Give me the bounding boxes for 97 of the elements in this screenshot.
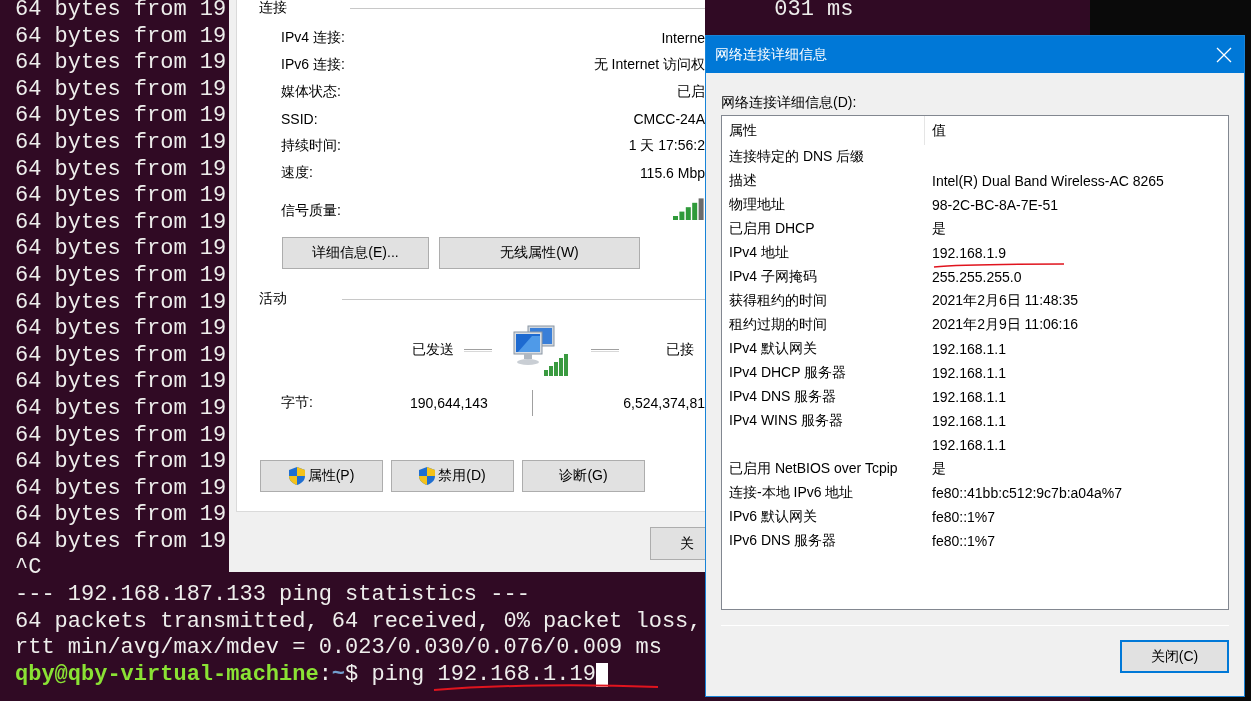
terminal-output: 031 ms xyxy=(774,0,854,24)
terminal-output: 64 bytes from 19 xyxy=(15,316,227,343)
dialog-button[interactable]: 属性(P) xyxy=(260,460,383,492)
terminal-output: 64 bytes from 19 xyxy=(15,342,227,370)
group-title: 活动 xyxy=(259,290,287,308)
terminal-output: 64 bytes from 19 xyxy=(15,449,227,476)
table-cell: IPv4 默认网关 xyxy=(729,340,817,356)
table-cell: IPv4 地址 xyxy=(729,244,789,260)
close-button[interactable]: 关 xyxy=(650,527,705,560)
table-cell: 连接-本地 IPv6 地址 xyxy=(729,484,854,500)
terminal-output: rtt min/avg/max/mdev = 0.023/0.030/0.076/0.009 ms xyxy=(15,635,662,662)
table-cell: IPv4 DHCP 服务器 xyxy=(729,364,847,380)
table-cell: fe80::1%7 xyxy=(932,509,996,525)
field-label: 信号质量: xyxy=(281,202,341,220)
field-label: SSID: xyxy=(281,110,318,127)
dialog-button[interactable]: 无线属性(W) xyxy=(439,237,640,269)
shield-icon xyxy=(419,467,436,485)
field-value: 1 天 17:56:2 xyxy=(628,136,705,155)
column-header[interactable]: 属性 xyxy=(722,116,925,145)
table-cell: IPv6 默认网关 xyxy=(729,508,817,524)
terminal-output: 64 bytes from 19 xyxy=(15,209,227,237)
table-cell: 192.168.1.9 xyxy=(932,245,1006,261)
table-cell: 已启用 DHCP xyxy=(729,220,815,236)
field-label: 已接 xyxy=(666,341,694,359)
cursor-icon xyxy=(595,663,608,688)
terminal-output: ^C xyxy=(15,555,42,583)
column-header[interactable]: 值 xyxy=(925,116,1228,145)
group-title: 连接 xyxy=(259,0,287,17)
field-value: 已启 xyxy=(677,82,705,101)
table-cell: 是 xyxy=(932,220,946,236)
table-cell: 描述 xyxy=(729,172,757,188)
table-cell: 192.168.1.1 xyxy=(932,413,1006,429)
table-cell: 已启用 NetBIOS over Tcpip xyxy=(729,460,898,476)
field-label: 字节: xyxy=(281,394,313,412)
table-cell: 租约过期的时间 xyxy=(729,316,827,332)
table-cell: 2021年2月6日 11:48:35 xyxy=(932,292,1079,308)
table-cell: IPv4 DNS 服务器 xyxy=(729,388,837,404)
shield-icon xyxy=(288,467,305,485)
field-label: 持续时间: xyxy=(281,136,341,155)
list-label: 网络连接详细信息(D): xyxy=(721,93,858,111)
terminal-output: 64 bytes from 19 xyxy=(15,369,227,396)
table-cell: 98-2C-BC-8A-7E-51 xyxy=(932,197,1059,213)
table-cell: 连接特定的 DNS 后缀 xyxy=(729,148,865,164)
field-label: 速度: xyxy=(281,163,313,182)
table-cell: IPv6 DNS 服务器 xyxy=(729,532,837,548)
field-label: IPv6 连接: xyxy=(281,55,345,74)
table-cell: IPv4 子网掩码 xyxy=(729,268,817,284)
field-label: 已发送 xyxy=(412,341,454,359)
table-cell: 255.255.255.0 xyxy=(932,269,1022,285)
field-value: Interne xyxy=(661,29,705,46)
field-value: CMCC-24A xyxy=(633,110,705,127)
table-cell: 获得租约的时间 xyxy=(729,292,827,308)
terminal-output: 64 bytes from 19 xyxy=(15,395,227,423)
field-value: 6,524,374,81 xyxy=(623,395,705,411)
table-cell: fe80::1%7 xyxy=(932,533,996,549)
terminal-output: 64 bytes from 19 xyxy=(15,475,227,503)
table-cell: 192.168.1.1 xyxy=(932,389,1006,405)
terminal-output: 64 bytes from 19 xyxy=(15,289,227,317)
terminal-output: 64 bytes from 19 xyxy=(15,262,227,290)
table-cell: 192.168.1.1 xyxy=(932,365,1006,381)
field-value: 190,644,143 xyxy=(409,395,488,411)
table-cell: IPv4 WINS 服务器 xyxy=(729,412,844,428)
table-cell: 物理地址 xyxy=(729,196,785,212)
terminal-output: 64 bytes from 19 xyxy=(15,50,227,77)
terminal-output: 64 bytes from 19 xyxy=(15,156,227,184)
terminal-output: 64 bytes from 19 xyxy=(15,103,227,130)
table-cell: fe80::41bb:c512:9c7b:a04a%7 xyxy=(932,485,1122,501)
terminal-output: 64 bytes from 19 xyxy=(15,236,227,263)
terminal-output: --- 192.168.187.133 ping statistics --- xyxy=(15,582,530,609)
dialog-button[interactable]: 诊断(G) xyxy=(522,460,645,492)
terminal-output: 64 bytes from 19 xyxy=(15,129,227,157)
terminal-output: 64 bytes from 19 xyxy=(15,422,227,450)
terminal-output: 64 bytes from 19 xyxy=(15,23,227,51)
terminal-output: 64 bytes from 19 xyxy=(15,183,227,210)
signal-bars-icon xyxy=(673,198,705,220)
field-value: 无 Internet 访问权 xyxy=(593,55,705,74)
command-text: ping xyxy=(371,661,425,689)
terminal-output: 64 packets transmitted, 64 received, 0% packet loss, xyxy=(15,608,702,636)
terminal-output: 64 bytes from 19 xyxy=(15,502,227,529)
field-label: 媒体状态: xyxy=(281,82,341,101)
table-cell: 是 xyxy=(932,460,946,476)
terminal-output: 64 bytes from 19 xyxy=(15,528,227,556)
table-cell: 192.168.1.1 xyxy=(932,341,1006,357)
table-cell: 2021年2月9日 11:06:16 xyxy=(932,316,1079,332)
table-cell: Intel(R) Dual Band Wireless-AC 8265 xyxy=(932,173,1164,189)
network-computer-icon xyxy=(512,324,569,376)
shell-prompt: qby@qby-virtual-machine:~$ xyxy=(15,661,359,689)
argument-text: 192.168.1.19 xyxy=(437,661,596,689)
dialog-button[interactable]: 详细信息(E)... xyxy=(282,237,429,269)
close-button[interactable]: 关闭(C) xyxy=(1120,640,1229,673)
dialog-button[interactable]: 禁用(D) xyxy=(391,460,514,492)
field-label: IPv4 连接: xyxy=(281,28,345,47)
terminal-output: 64 bytes from 19 xyxy=(15,76,227,104)
window-title: 网络连接详细信息 xyxy=(715,45,827,64)
close-icon[interactable] xyxy=(1216,46,1232,63)
table-cell: 192.168.1.1 xyxy=(932,437,1006,453)
field-value: 115.6 Mbp xyxy=(639,164,705,181)
